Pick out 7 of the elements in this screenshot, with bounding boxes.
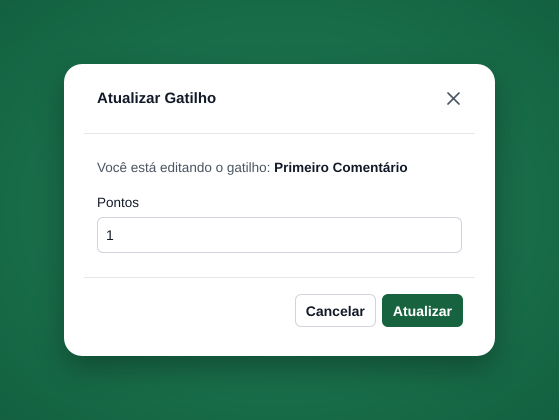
- update-button[interactable]: Atualizar: [382, 294, 463, 327]
- dialog-title: Atualizar Gatilho: [97, 90, 216, 107]
- cancel-button[interactable]: Cancelar: [294, 294, 376, 327]
- field-label: Pontos: [97, 195, 140, 210]
- close-icon: [446, 92, 460, 105]
- points-input-field[interactable]: 1: [97, 217, 462, 253]
- trigger-message: Você está editando o gatilho: Primeiro Comentário: [97, 160, 409, 175]
